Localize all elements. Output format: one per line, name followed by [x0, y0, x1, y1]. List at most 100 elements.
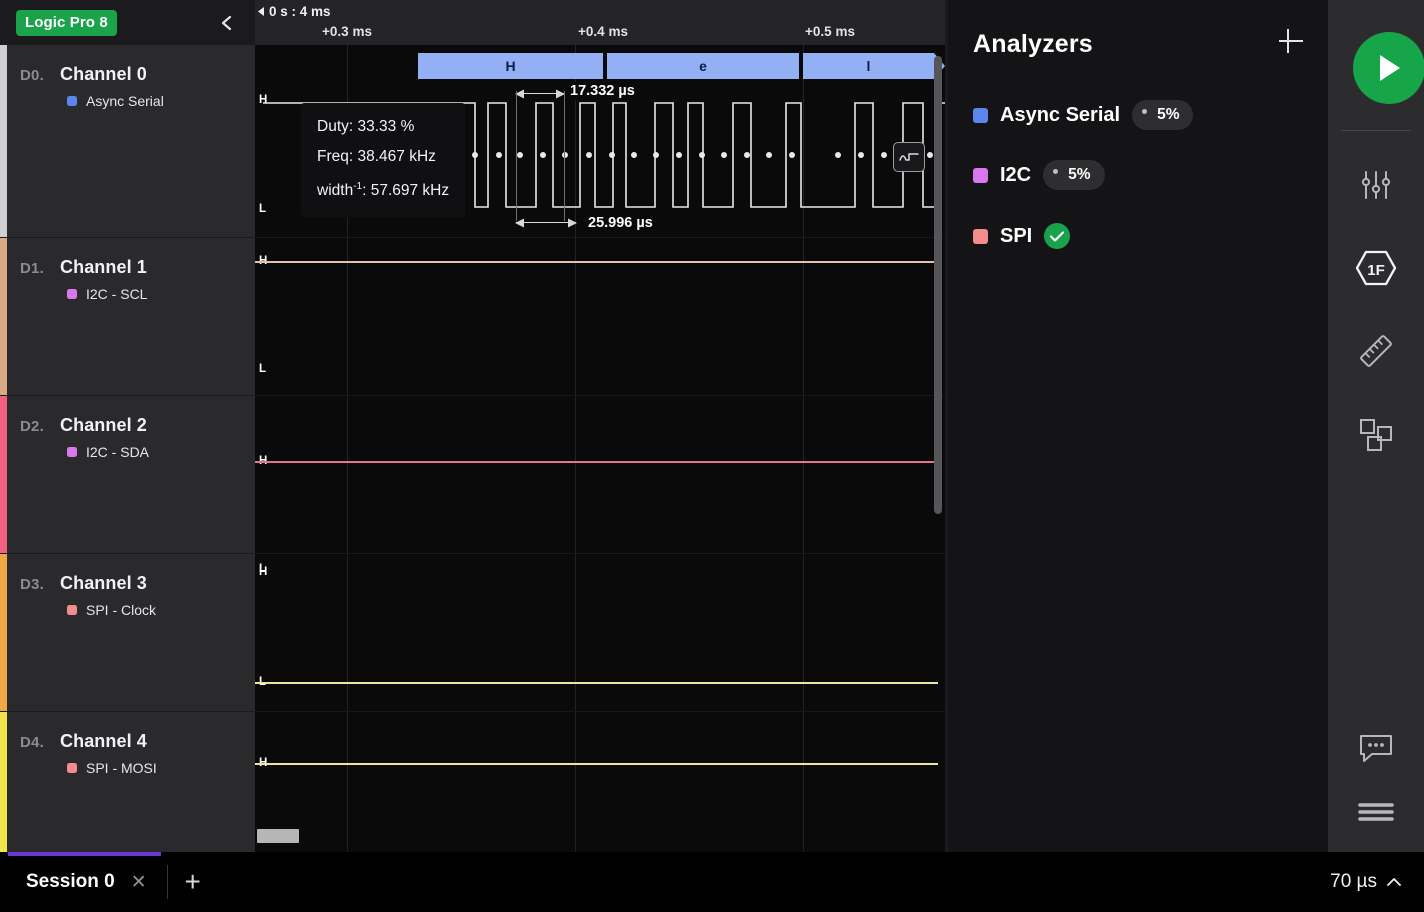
- sample-point: [472, 152, 478, 158]
- blocks-icon[interactable]: [1354, 413, 1398, 457]
- measurement-label-bottom: 25.996 µs: [584, 214, 657, 232]
- add-session-button[interactable]: +: [170, 852, 216, 912]
- channel-name: Channel 4: [60, 731, 147, 752]
- analyzer-color-dot: [67, 763, 77, 773]
- hamburger-menu-icon[interactable]: [1354, 790, 1398, 834]
- close-icon[interactable]: ✕: [131, 871, 147, 894]
- channel-sidebar: Logic Pro 8 D0.Channel 0Async SerialD1.C…: [0, 0, 255, 852]
- channel-analyzer-label: SPI - MOSI: [86, 760, 157, 776]
- ruler-icon[interactable]: [1354, 329, 1398, 373]
- channel-row[interactable]: D3.Channel 3 SPI - Clock: [0, 554, 255, 712]
- sample-point: [766, 152, 772, 158]
- signal-trace-d4: [255, 763, 938, 765]
- channel-title: D3.Channel 3: [0, 554, 255, 594]
- analyzer-color-dot: [67, 289, 77, 299]
- sample-point: [517, 152, 523, 158]
- waveform-horizontal-scrollbar[interactable]: [257, 829, 299, 843]
- channel-id: D0.: [20, 67, 60, 84]
- signal-trace-d2: [255, 461, 938, 463]
- analyzer-row-spi[interactable]: SPI: [973, 222, 1070, 250]
- channel-title: D0.Channel 0: [0, 45, 255, 85]
- channel-name: Channel 2: [60, 415, 147, 436]
- chat-bubble-icon[interactable]: [1354, 727, 1398, 771]
- ruler-tick: +0.3 ms: [322, 24, 372, 39]
- analyzer-progress-pill: 5%: [1132, 100, 1193, 130]
- play-capture-button[interactable]: [1353, 32, 1424, 104]
- timeline-ruler[interactable]: 0 s : 4 ms +0.3 ms +0.4 ms +0.5 ms: [255, 0, 945, 45]
- channel-analyzer-row[interactable]: I2C - SCL: [0, 278, 255, 302]
- waveform-lanes[interactable]: H e l H L: [255, 45, 945, 852]
- svg-text:1F: 1F: [1367, 262, 1385, 279]
- sample-point: [721, 152, 727, 158]
- analyzer-row-async-serial[interactable]: Async Serial 5%: [973, 101, 1193, 129]
- decode-bubble[interactable]: l: [803, 53, 934, 79]
- channel-row[interactable]: D4.Channel 4 SPI - MOSI: [0, 712, 255, 852]
- ruler-tick: +0.5 ms: [805, 24, 855, 39]
- channel-title: D2.Channel 2: [0, 396, 255, 436]
- channel-analyzer-row[interactable]: SPI - Clock: [0, 594, 255, 618]
- analyzers-title: Analyzers: [973, 30, 1093, 59]
- signal-measurement-tooltip: Duty: 33.33 % Freq: 38.467 kHz width-1: …: [301, 103, 465, 217]
- tool-rail: 1F: [1328, 0, 1424, 852]
- sample-point: [881, 152, 887, 158]
- channel-row[interactable]: D2.Channel 2I2C - SDA: [0, 396, 255, 554]
- waveform-lane-d3[interactable]: H L: [255, 554, 945, 712]
- channel-analyzer-label: SPI - Clock: [86, 602, 156, 618]
- channel-row[interactable]: D1.Channel 1 I2C - SCL: [0, 238, 255, 396]
- decode-bubble[interactable]: e: [607, 53, 799, 79]
- decode-bubble[interactable]: H: [418, 53, 603, 79]
- channel-analyzer-label: I2C - SCL: [86, 286, 147, 302]
- waveform-lane-d1[interactable]: H L: [255, 238, 945, 396]
- analyzer-name: Async Serial: [1000, 104, 1120, 127]
- spinner-icon: [1053, 169, 1058, 174]
- sample-point: [676, 152, 682, 158]
- add-analyzer-button[interactable]: [1276, 26, 1306, 56]
- app-logo-badge[interactable]: Logic Pro 8: [16, 10, 117, 36]
- sample-point: [609, 152, 615, 158]
- channel-color-strip: [0, 554, 7, 711]
- channel-analyzer-row[interactable]: I2C - SDA: [0, 436, 255, 460]
- analyzer-color-dot: [67, 447, 77, 457]
- analyzer-color-swatch: [973, 108, 988, 123]
- session-tab-strip: Session 0 ✕ +: [8, 852, 216, 912]
- measurement-bottom: [516, 217, 576, 229]
- analyzer-name: I2C: [1000, 164, 1031, 187]
- channel-color-strip: [0, 712, 7, 852]
- channel-id: D1.: [20, 260, 60, 277]
- channel-color-strip: [0, 45, 7, 237]
- sample-point: [496, 152, 502, 158]
- logic-analyzer-window: Logic Pro 8 D0.Channel 0Async SerialD1.C…: [0, 0, 1424, 912]
- high-level-label: H: [259, 567, 267, 579]
- one-f-hexagon-icon[interactable]: 1F: [1354, 246, 1398, 290]
- chevron-left-icon[interactable]: [213, 9, 241, 37]
- analyzer-row-i2c[interactable]: I2C 5%: [973, 161, 1105, 189]
- waveform-vertical-scrollbar[interactable]: [934, 56, 942, 514]
- analog-digital-icon[interactable]: [893, 142, 925, 172]
- analyzer-name: SPI: [1000, 225, 1032, 248]
- sample-point: [835, 152, 841, 158]
- zoom-level-control[interactable]: 70 µs: [1330, 852, 1402, 912]
- channel-row[interactable]: D0.Channel 0Async Serial: [0, 45, 255, 238]
- channel-title: D1.Channel 1: [0, 238, 255, 278]
- analyzer-progress-value: 5%: [1068, 166, 1090, 184]
- sample-point: [586, 152, 592, 158]
- waveform-viewport[interactable]: 0 s : 4 ms +0.3 ms +0.4 ms +0.5 ms H e l: [255, 0, 945, 852]
- sample-point: [927, 152, 933, 158]
- waveform-lane-d4[interactable]: H: [255, 712, 945, 852]
- tab-separator: [167, 865, 168, 899]
- waveform-lane-d0[interactable]: H e l H L: [255, 45, 945, 238]
- measurement-label-top: 17.332 µs: [566, 82, 639, 100]
- check-circle-icon: [1044, 223, 1070, 249]
- tooltip-duty: Duty: 33.33 %: [317, 112, 449, 142]
- channel-analyzer-row[interactable]: Async Serial: [0, 85, 255, 109]
- session-tab[interactable]: Session 0 ✕: [8, 852, 161, 912]
- low-level-label: L: [259, 364, 266, 376]
- sliders-icon[interactable]: [1354, 163, 1398, 207]
- sample-point: [631, 152, 637, 158]
- sample-point: [562, 152, 568, 158]
- channel-title: D4.Channel 4: [0, 712, 255, 752]
- waveform-lane-d2[interactable]: H L: [255, 396, 945, 554]
- analyzer-progress-pill: 5%: [1043, 160, 1104, 190]
- channel-color-strip: [0, 238, 7, 395]
- channel-analyzer-row[interactable]: SPI - MOSI: [0, 752, 255, 776]
